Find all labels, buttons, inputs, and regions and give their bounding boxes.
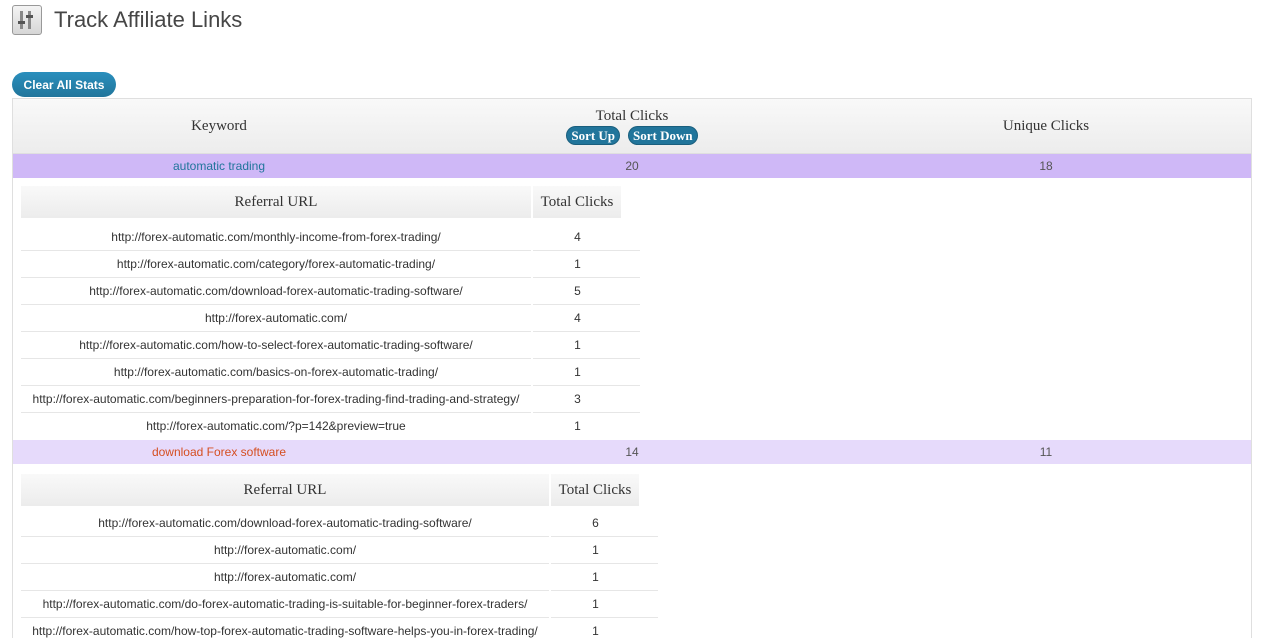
keyword-link[interactable]: automatic trading [173, 159, 265, 173]
clear-all-stats-button[interactable]: Clear All Stats [12, 72, 116, 97]
referral-url: http://forex-automatic.com/ [21, 537, 550, 564]
referral-url-header: Referral URL [21, 474, 550, 506]
referral-clicks: 3 [532, 386, 622, 413]
keyword-link[interactable]: download Forex software [152, 445, 286, 459]
keyword-row: automatic trading 20 18 [13, 154, 1251, 178]
referral-url: http://forex-automatic.com/download-fore… [21, 278, 532, 305]
referral-clicks-header: Total Clicks [532, 186, 622, 218]
keyword-header-label: Keyword [191, 118, 247, 135]
table-row: http://forex-automatic.com/?p=142&previe… [21, 413, 640, 440]
keyword-row: download Forex software 14 11 [13, 440, 1251, 464]
referral-clicks: 1 [532, 413, 622, 440]
table-row: http://forex-automatic.com/basics-on-for… [21, 359, 640, 386]
keyword-unique-clicks: 18 [839, 154, 1252, 178]
table-row: http://forex-automatic.com/do-forex-auto… [21, 591, 658, 618]
referral-url: http://forex-automatic.com/how-top-forex… [21, 618, 550, 638]
referral-clicks: 1 [532, 359, 622, 386]
unique-clicks-header-label: Unique Clicks [1003, 118, 1089, 135]
table-row: http://forex-automatic.com/download-fore… [21, 278, 640, 305]
referral-section: Referral URL Total Clicks http://forex-a… [13, 178, 1251, 440]
total-clicks-column-header: Total Clicks Sort Up Sort Down [425, 99, 839, 153]
table-row: http://forex-automatic.com/1 [21, 564, 658, 591]
table-row: http://forex-automatic.com/monthly-incom… [21, 224, 640, 251]
referral-clicks: 1 [550, 591, 640, 618]
sort-up-button[interactable]: Sort Up [566, 126, 620, 145]
table-row: http://forex-automatic.com/how-to-select… [21, 332, 640, 359]
referral-clicks: 1 [550, 537, 640, 564]
referral-table: Referral URL Total Clicks http://forex-a… [21, 186, 641, 439]
keyword-unique-clicks: 11 [839, 440, 1252, 464]
table-header: Keyword Total Clicks Sort Up Sort Down U… [13, 99, 1251, 154]
referral-clicks: 1 [550, 564, 640, 591]
referral-url: http://forex-automatic.com/beginners-pre… [21, 386, 532, 413]
referral-url: http://forex-automatic.com/monthly-incom… [21, 224, 532, 251]
referral-url: http://forex-automatic.com/do-forex-auto… [21, 591, 550, 618]
stats-table: Keyword Total Clicks Sort Up Sort Down U… [12, 98, 1252, 638]
referral-section: Referral URL Total Clicks http://forex-a… [13, 464, 1251, 638]
referral-clicks-header: Total Clicks [550, 474, 640, 506]
referral-url: http://forex-automatic.com/how-to-select… [21, 332, 532, 359]
referral-clicks: 1 [532, 251, 622, 278]
referral-clicks: 6 [550, 510, 640, 537]
total-clicks-header-label: Total Clicks [596, 108, 669, 125]
table-row: http://forex-automatic.com/1 [21, 537, 658, 564]
table-row: http://forex-automatic.com/beginners-pre… [21, 386, 640, 413]
keyword-total-clicks: 14 [425, 440, 839, 464]
keyword-total-clicks: 20 [425, 154, 839, 178]
table-row: http://forex-automatic.com/4 [21, 305, 640, 332]
referral-clicks: 4 [532, 224, 622, 251]
referral-url: http://forex-automatic.com/ [21, 305, 532, 332]
page-header: Track Affiliate Links [12, 4, 242, 36]
table-row: http://forex-automatic.com/download-fore… [21, 510, 658, 537]
referral-clicks: 1 [532, 332, 622, 359]
referral-clicks: 1 [550, 618, 640, 638]
page-title: Track Affiliate Links [54, 7, 242, 33]
referral-clicks: 4 [532, 305, 622, 332]
referral-url: http://forex-automatic.com/?p=142&previe… [21, 413, 532, 440]
table-row: http://forex-automatic.com/category/fore… [21, 251, 640, 278]
referral-url: http://forex-automatic.com/category/fore… [21, 251, 532, 278]
sort-down-button[interactable]: Sort Down [628, 126, 698, 145]
referral-url: http://forex-automatic.com/ [21, 564, 550, 591]
settings-sliders-icon [12, 5, 42, 35]
referral-table: Referral URL Total Clicks http://forex-a… [21, 474, 659, 638]
referral-clicks: 5 [532, 278, 622, 305]
referral-table-header: Referral URL Total Clicks [21, 474, 658, 506]
referral-url-header: Referral URL [21, 186, 532, 218]
table-row: http://forex-automatic.com/how-top-forex… [21, 618, 658, 638]
referral-table-header: Referral URL Total Clicks [21, 186, 640, 218]
referral-url: http://forex-automatic.com/basics-on-for… [21, 359, 532, 386]
keyword-column-header: Keyword [13, 99, 425, 153]
unique-clicks-column-header: Unique Clicks [839, 99, 1252, 153]
referral-url: http://forex-automatic.com/download-fore… [21, 510, 550, 537]
